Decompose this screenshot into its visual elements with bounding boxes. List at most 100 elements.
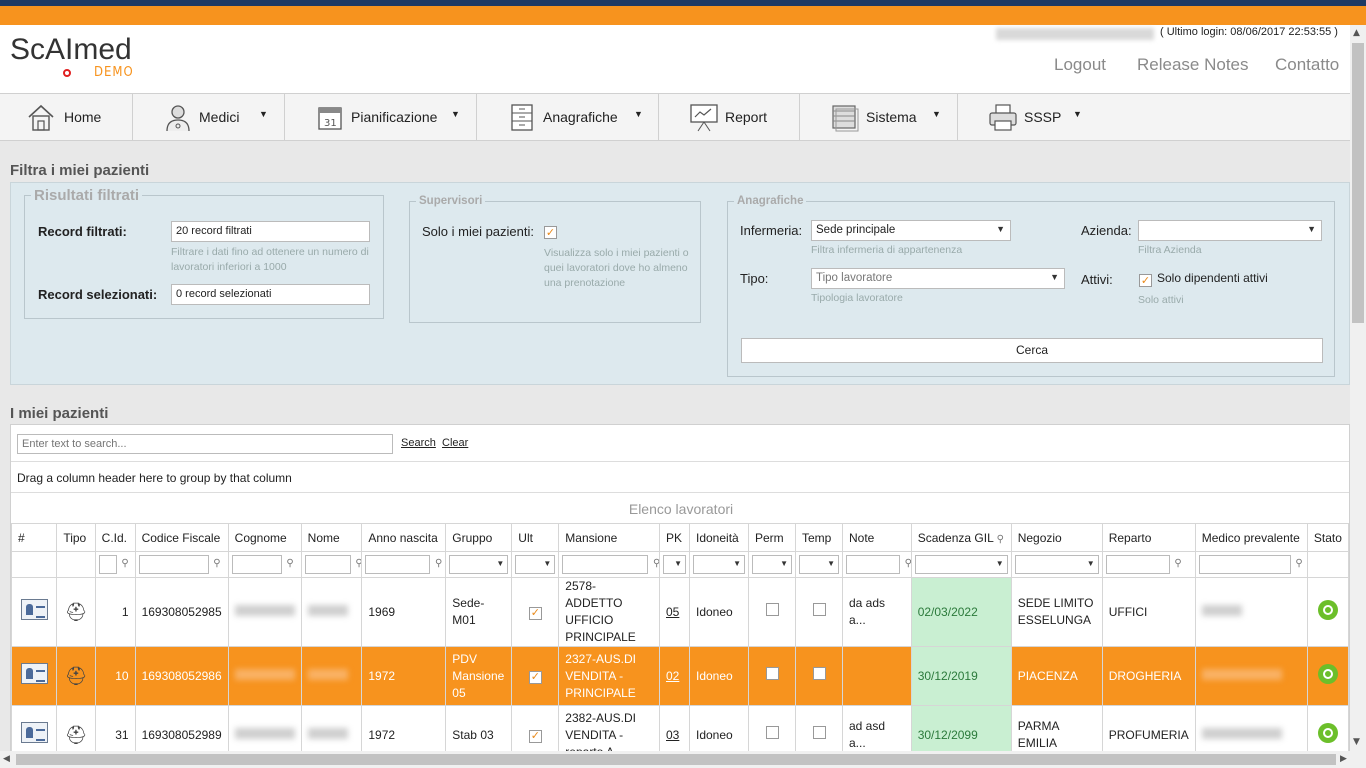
filter-select[interactable]: ▼	[449, 555, 509, 574]
filter-select[interactable]: ▼	[914, 555, 1008, 574]
logout-link[interactable]: Logout	[1054, 55, 1106, 75]
header: ScAImed DEMO ( Ultimo login: 08/06/2017 …	[0, 25, 1350, 93]
filter-cell: ▼	[748, 551, 796, 578]
grid-search-input[interactable]	[17, 434, 393, 454]
chevron-down-icon: ▼	[674, 559, 682, 568]
filter-cell: ▼	[445, 551, 513, 578]
column-header[interactable]: Reparto	[1101, 523, 1196, 552]
nav-anagrafiche[interactable]: Anagrafiche ▼	[477, 94, 659, 140]
horizontal-scroll-thumb[interactable]	[16, 754, 1336, 765]
perm-checkbox[interactable]	[765, 667, 779, 680]
infermeria-hint: Filtra infermeria di appartenenza	[811, 244, 963, 256]
attivi-checkbox[interactable]: ✓	[1139, 274, 1152, 287]
filter-select[interactable]: ▼	[515, 555, 556, 574]
chevron-down-icon: ▼	[996, 224, 1005, 234]
chevron-down-icon: ▼	[1086, 559, 1095, 568]
table-row-selected[interactable]: ⛑ 10 169308052986 1972 PDV Mansione 05 ✓…	[11, 646, 1349, 706]
cerca-button[interactable]: Cerca	[741, 338, 1323, 363]
filter-select[interactable]: ▼	[799, 555, 839, 574]
group-by-panel[interactable]: Drag a column header here to group by th…	[11, 461, 1349, 493]
column-header[interactable]: Temp	[795, 523, 843, 552]
patient-card-icon[interactable]	[20, 599, 48, 620]
filter-input[interactable]: ⚲	[846, 555, 910, 574]
column-header[interactable]: Perm	[748, 523, 796, 552]
temp-checkbox[interactable]	[812, 726, 826, 739]
scroll-right-icon[interactable]: ▶	[1340, 754, 1347, 764]
temp-checkbox[interactable]	[812, 667, 826, 680]
column-header[interactable]: #	[11, 523, 58, 552]
logo[interactable]: ScAImed DEMO	[10, 33, 133, 80]
tipo-select[interactable]: Tipo lavoratore ▼	[811, 268, 1065, 289]
ult-checkbox[interactable]: ✓	[528, 606, 542, 620]
column-header[interactable]: C.Id.	[94, 523, 136, 552]
filter-input[interactable]: ⚲	[562, 555, 659, 574]
nav-pianificazione[interactable]: 31 Pianificazione ▼	[285, 94, 477, 140]
filter-input[interactable]: ⚲	[231, 555, 294, 574]
filter-input[interactable]: ⚲	[304, 555, 361, 574]
filter-input[interactable]: ⚲	[1198, 555, 1303, 574]
filter-select[interactable]: ▼	[693, 555, 745, 574]
filter-select[interactable]: ▼	[1014, 555, 1099, 574]
ult-checkbox[interactable]: ✓	[528, 729, 542, 743]
filter-cell: ⚲	[842, 551, 912, 578]
perm-checkbox[interactable]	[765, 603, 779, 616]
column-header[interactable]: Note	[842, 523, 912, 552]
nav-home[interactable]: Home	[0, 94, 133, 140]
filter-input[interactable]: ⚲	[98, 555, 129, 574]
pk-link[interactable]: 03	[659, 705, 690, 753]
column-header[interactable]: PK	[659, 523, 690, 552]
cell-idoneita: Idoneo	[689, 577, 749, 647]
table-row[interactable]: ⛑ 31 169308052989 1972 Stab 03 ✓ 2382-AU…	[11, 705, 1349, 753]
temp-checkbox[interactable]	[812, 603, 826, 616]
status-icon[interactable]	[1317, 663, 1338, 684]
patient-card-icon[interactable]	[20, 663, 48, 684]
chevron-down-icon: ▼	[932, 109, 941, 119]
scroll-down-icon[interactable]: ▼	[1353, 737, 1360, 747]
horizontal-scrollbar[interactable]: ◀ ▶	[0, 751, 1366, 768]
column-header[interactable]: Stato	[1306, 523, 1349, 552]
pk-link[interactable]: 02	[659, 646, 690, 706]
nav-sistema[interactable]: Sistema ▼	[800, 94, 958, 140]
search-link[interactable]: Search	[401, 437, 436, 449]
contatto-link[interactable]: Contatto	[1275, 55, 1339, 75]
ult-checkbox[interactable]: ✓	[528, 670, 542, 684]
column-header[interactable]: Tipo	[56, 523, 96, 552]
grid-caption: Elenco lavoratori	[628, 501, 734, 517]
column-header[interactable]: Mansione	[558, 523, 660, 552]
record-filtrati-field[interactable]: 20 record filtrati	[171, 221, 370, 242]
column-header[interactable]: Idoneità	[689, 523, 749, 552]
vertical-scrollbar[interactable]: ▲ ▼	[1350, 25, 1366, 751]
column-header[interactable]: Negozio	[1010, 523, 1103, 552]
column-header[interactable]: Cognome	[227, 523, 302, 552]
record-selezionati-field[interactable]: 0 record selezionati	[171, 284, 370, 305]
vertical-scroll-thumb[interactable]	[1352, 43, 1364, 323]
table-row[interactable]: ⛑ 1 169308052985 1969 Sede-M01 ✓ 2578-AD…	[11, 577, 1349, 647]
clear-link[interactable]: Clear	[442, 437, 468, 449]
column-header[interactable]: Ult	[511, 523, 560, 552]
azienda-select[interactable]: ▼	[1138, 220, 1322, 241]
filter-input[interactable]: ⚲	[138, 555, 221, 574]
nav-medici[interactable]: Medici ▼	[133, 94, 285, 140]
perm-checkbox[interactable]	[765, 726, 779, 739]
pk-link[interactable]: 05	[659, 577, 690, 647]
status-icon[interactable]	[1317, 599, 1338, 620]
nav-sssp[interactable]: SSSP ▼	[958, 94, 1094, 140]
column-header[interactable]: Codice Fiscale	[134, 523, 229, 552]
solo-miei-pazienti-checkbox[interactable]: ✓	[544, 226, 557, 239]
filter-select[interactable]: ▼	[663, 555, 686, 574]
infermeria-select[interactable]: Sede principale ▼	[811, 220, 1011, 241]
column-header-scadenza[interactable]: Scadenza GIL ⚲	[910, 523, 1012, 552]
filter-input[interactable]: ⚲	[365, 555, 442, 574]
release-notes-link[interactable]: Release Notes	[1137, 55, 1249, 75]
column-header[interactable]: Anno nascita	[361, 523, 447, 552]
column-header[interactable]: Medico prevalente	[1194, 523, 1308, 552]
nav-report[interactable]: Report	[659, 94, 800, 140]
column-header[interactable]: Nome	[300, 523, 363, 552]
filter-input[interactable]: ⚲	[1105, 555, 1182, 574]
patient-card-icon[interactable]	[20, 722, 48, 743]
column-header[interactable]: Gruppo	[445, 523, 513, 552]
filter-select[interactable]: ▼	[752, 555, 792, 574]
scroll-left-icon[interactable]: ◀	[3, 754, 10, 764]
scroll-up-icon[interactable]: ▲	[1353, 28, 1360, 38]
status-icon[interactable]	[1317, 722, 1338, 743]
